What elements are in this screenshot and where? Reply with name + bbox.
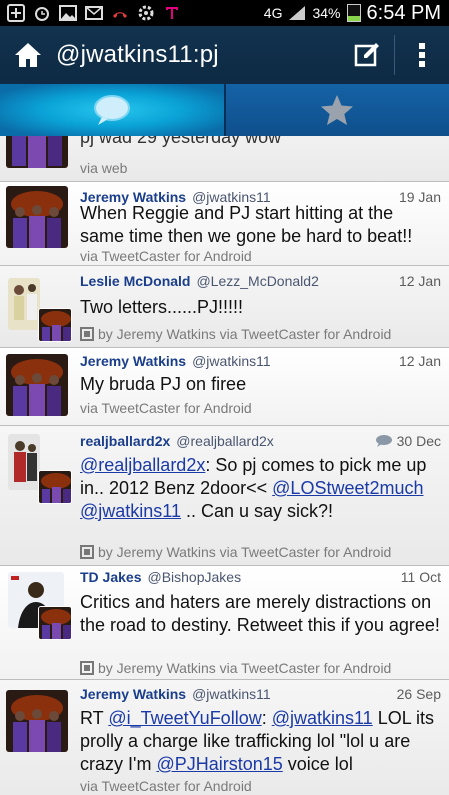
tweet-text: Critics and haters are merely distractio… xyxy=(80,592,440,635)
tweet-text-segment: RT xyxy=(80,708,109,728)
tab-favorites[interactable] xyxy=(223,84,449,136)
mention-link[interactable]: @LOStweet2much xyxy=(272,478,423,498)
tweet-text-segment: .. Can u say sick?! xyxy=(180,501,334,521)
tweet-item[interactable]: TD Jakes @BishopJakes 11 Oct Critics and… xyxy=(0,566,449,680)
tweet-author-name[interactable]: Jeremy Watkins xyxy=(80,686,186,702)
tweet-author-name[interactable]: Jeremy Watkins xyxy=(80,353,186,369)
user-avatar xyxy=(6,690,68,752)
retweeter-avatar xyxy=(38,308,72,342)
mail-icon xyxy=(84,4,104,22)
mention-link[interactable]: @jwatkins11 xyxy=(272,708,373,728)
retweeter-avatar xyxy=(38,470,72,504)
tab-timeline[interactable] xyxy=(0,84,224,136)
tweet-source: via TweetCaster for Android xyxy=(80,400,252,416)
tweet-item[interactable]: Leslie McDonald @Lezz_McDonald2 12 Jan T… xyxy=(0,266,449,348)
tweet-text-segment: voice lol xyxy=(282,754,353,774)
tweet-date: 12 Jan xyxy=(398,273,441,289)
tweet-date: 11 Oct xyxy=(400,569,441,585)
tweet-source: via TweetCaster for Android xyxy=(80,778,252,794)
app-bar: @jwatkins11:pj xyxy=(0,26,449,84)
tweet-source: by Jeremy Watkins via TweetCaster for An… xyxy=(80,544,441,560)
user-avatar xyxy=(6,136,68,168)
retweeter-avatar xyxy=(38,606,72,640)
clock: 6:54 PM xyxy=(366,1,441,24)
tweet-author-name[interactable]: realjballard2x xyxy=(80,433,170,449)
tweet-item[interactable]: Jeremy Watkins @jwatkins11 26 Sep RT @i_… xyxy=(0,680,449,795)
tweet-source: by Jeremy Watkins via TweetCaster for An… xyxy=(80,660,441,676)
tweet-text: @realjballard2x: So pj comes to pick me … xyxy=(80,454,441,523)
signal-strength-icon xyxy=(289,6,306,20)
tweet-header: TD Jakes @BishopJakes 11 Oct xyxy=(80,568,441,586)
tweet-author-name[interactable]: Leslie McDonald xyxy=(80,273,190,289)
user-avatar xyxy=(8,278,40,330)
tweet-author-name[interactable]: TD Jakes xyxy=(80,569,141,585)
tweet-text: Two letters......PJ!!!!! xyxy=(80,297,244,317)
compose-button[interactable] xyxy=(340,26,394,84)
tweet-text: pj wad 29 yesterday wow xyxy=(80,136,282,147)
gallery-icon xyxy=(58,4,78,22)
tweet-item[interactable]: realjballard2x @realjballard2x 30 Dec @r… xyxy=(0,426,449,566)
tweet-author-handle[interactable]: @Lezz_McDonald2 xyxy=(196,273,318,289)
tweet-source-text: by Jeremy Watkins via TweetCaster for An… xyxy=(98,544,392,560)
tweet-source: by Jeremy Watkins via TweetCaster for An… xyxy=(80,326,441,342)
tweet-source-text: by Jeremy Watkins via TweetCaster for An… xyxy=(98,660,392,676)
settings-icon xyxy=(136,4,156,22)
compose-icon xyxy=(354,43,379,67)
tweet-date: 30 Dec xyxy=(375,433,441,449)
mention-link[interactable]: @realjballard2x xyxy=(80,455,205,475)
home-button[interactable] xyxy=(0,26,56,84)
tweet-text: When Reggie and PJ start hitting at the … xyxy=(80,203,413,246)
battery-icon xyxy=(346,4,361,22)
tweet-date: 12 Jan xyxy=(398,353,441,369)
carrier-logo-icon xyxy=(162,4,182,22)
status-bar: 4G 34% 6:54 PM xyxy=(0,0,449,26)
mention-link[interactable]: @jwatkins11 xyxy=(80,501,181,521)
conversation-icon xyxy=(375,435,392,447)
tweet-header: Jeremy Watkins @jwatkins11 12 Jan xyxy=(80,352,441,370)
tweet-date-text: 30 Dec xyxy=(396,433,441,449)
tweet-source-text: by Jeremy Watkins via TweetCaster for An… xyxy=(98,326,392,342)
tweet-text: RT @i_TweetYuFollow: @jwatkins11 LOL its… xyxy=(80,707,441,776)
tweet-text-segment: : xyxy=(261,708,272,728)
tweet-date: 26 Sep xyxy=(396,686,441,702)
user-avatar xyxy=(6,354,68,416)
tweet-author-handle[interactable]: @realjballard2x xyxy=(176,433,273,449)
user-avatar xyxy=(6,186,68,248)
tab-bar xyxy=(0,84,449,136)
tweet-source: via web xyxy=(80,160,128,176)
tweet-author-handle[interactable]: @BishopJakes xyxy=(147,569,241,585)
tweet-header: Leslie McDonald @Lezz_McDonald2 12 Jan xyxy=(80,272,441,290)
star-icon xyxy=(321,95,354,125)
mention-link[interactable]: @PJHairston15 xyxy=(156,754,282,774)
home-icon xyxy=(15,43,41,67)
retweet-icon xyxy=(80,545,94,559)
user-avatar xyxy=(8,434,40,490)
overflow-menu-button[interactable] xyxy=(395,26,449,84)
alarm-clock-icon xyxy=(32,4,52,22)
retweet-icon xyxy=(80,661,94,675)
speech-bubble-icon xyxy=(93,95,130,125)
add-icon xyxy=(6,4,26,22)
tweet-item[interactable]: Jeremy Watkins @jwatkins11 19 Jan When R… xyxy=(0,182,449,266)
retweet-icon xyxy=(80,327,94,341)
tweet-header: realjballard2x @realjballard2x 30 Dec xyxy=(80,432,441,450)
missed-call-icon xyxy=(110,4,130,22)
overflow-menu-icon xyxy=(419,43,425,67)
tweet-author-handle[interactable]: @jwatkins11 xyxy=(192,353,271,369)
tweet-text: My bruda PJ on firee xyxy=(80,374,247,394)
page-title: @jwatkins11:pj xyxy=(56,41,219,68)
tweet-item[interactable]: Jeremy Watkins @jwatkins11 12 Jan My bru… xyxy=(0,348,449,426)
tweet-item[interactable]: pj wad 29 yesterday wow via web xyxy=(0,136,449,182)
battery-percent: 34% xyxy=(312,5,341,21)
tweet-header: Jeremy Watkins @jwatkins11 26 Sep xyxy=(80,685,441,703)
mention-link[interactable]: @i_TweetYuFollow xyxy=(108,708,261,728)
tweet-source: via TweetCaster for Android xyxy=(80,248,252,264)
tweet-timeline[interactable]: pj wad 29 yesterday wow via web Jeremy W… xyxy=(0,136,449,795)
network-type: 4G xyxy=(263,5,283,21)
tweet-author-handle[interactable]: @jwatkins11 xyxy=(192,686,271,702)
